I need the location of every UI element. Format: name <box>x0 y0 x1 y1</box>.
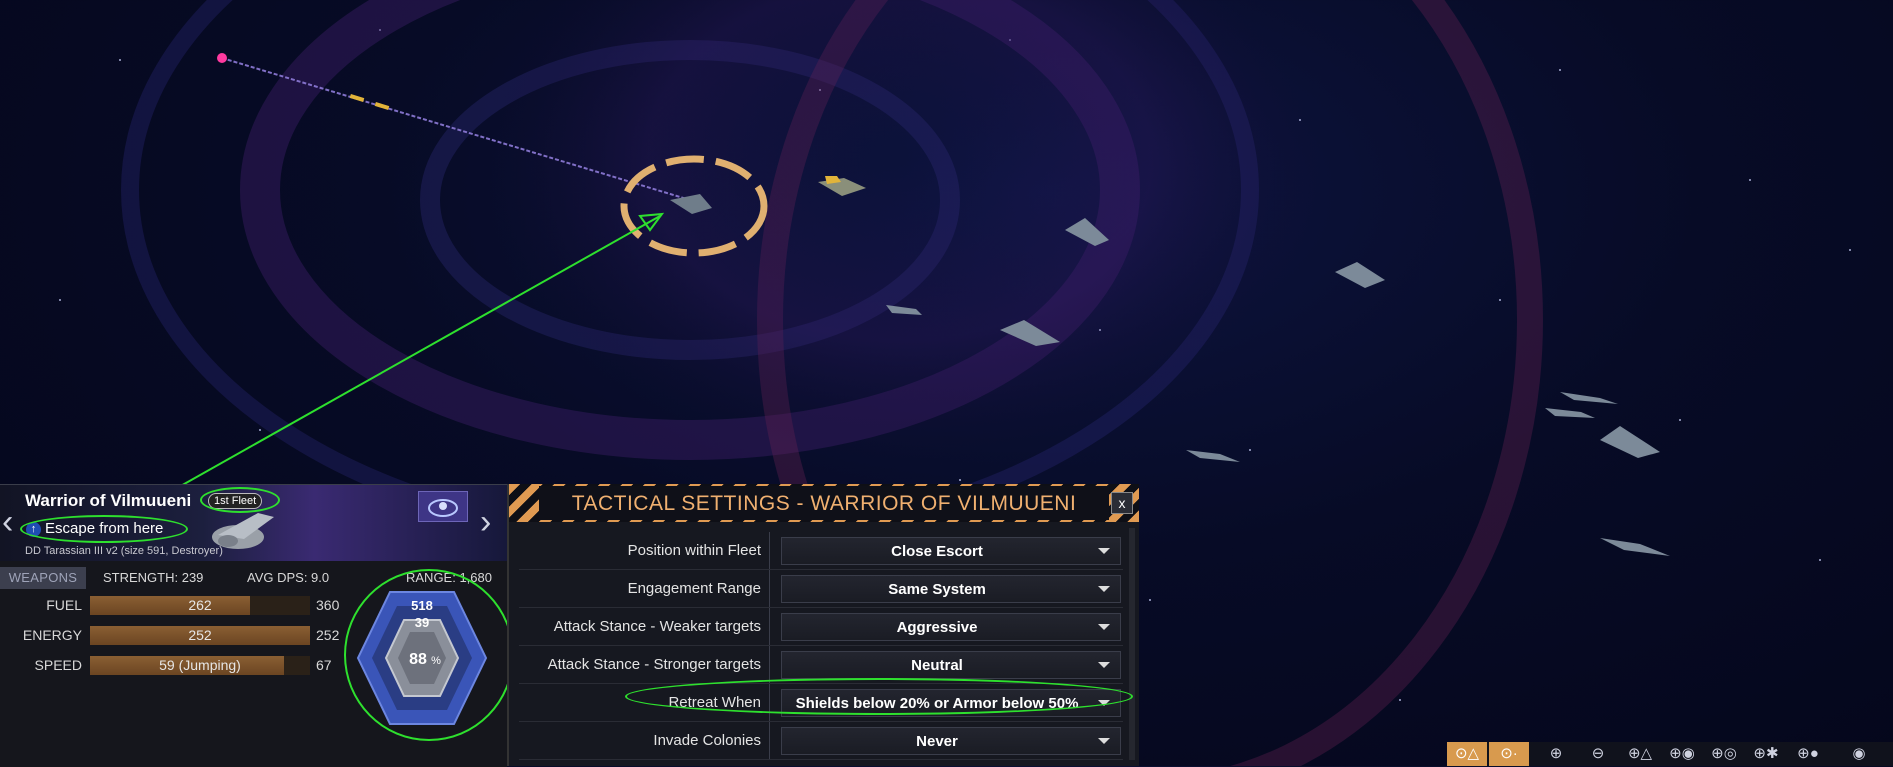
select-value: Neutral <box>911 657 963 674</box>
eye-icon[interactable]: ◉ <box>1839 742 1879 766</box>
fuel-max: 360 <box>316 597 340 613</box>
attack-stance-weaker-select[interactable]: Aggressive <box>781 613 1121 641</box>
chevron-left-icon[interactable]: ‹ <box>2 505 13 539</box>
chevron-right-icon[interactable]: › <box>480 505 491 539</box>
tactical-settings-dialog: TACTICAL SETTINGS - WARRIOR OF VILMUUENI… <box>507 484 1139 766</box>
hull-percent-sign: % <box>431 655 441 667</box>
setting-label: Attack Stance - Weaker targets <box>553 618 761 635</box>
setting-engagement-range: Engagement Range Same System <box>519 570 1123 608</box>
ship-name[interactable]: Warrior of Vilmuueni <box>25 491 191 511</box>
speed-max: 67 <box>316 657 332 673</box>
weapons-tab[interactable]: WEAPONS <box>0 567 86 589</box>
column-divider <box>769 608 770 645</box>
faction-emblem-icon <box>418 491 468 522</box>
tactical-header-bar: TACTICAL SETTINGS - WARRIOR OF VILMUUENI <box>539 486 1109 520</box>
setting-label: Engagement Range <box>627 580 761 597</box>
select-value: Aggressive <box>896 619 978 636</box>
column-divider <box>769 722 770 759</box>
setting-label: Attack Stance - Stronger targets <box>547 656 761 673</box>
chevron-down-icon <box>1098 662 1110 668</box>
map-toolbar: ⊙△ ⊙· ⊕ ⊖ ⊕△ ⊕◉ ⊕◎ ⊕✱ ⊕● ◉ <box>1447 742 1893 766</box>
chevron-down-icon <box>1098 738 1110 744</box>
ship-class: DD Tarassian III v2 (size 591, Destroyer… <box>25 545 223 557</box>
attack-stance-stronger-select[interactable]: Neutral <box>781 651 1121 679</box>
scrollbar[interactable] <box>1129 528 1135 760</box>
setting-invade-colonies: Invade Colonies Never <box>519 722 1123 760</box>
energy-value: 252 <box>188 627 212 643</box>
ships-filter-icon[interactable]: ⊙△ <box>1447 742 1487 766</box>
setting-position-within-fleet: Position within Fleet Close Escort <box>519 532 1123 570</box>
order-highlight-ring <box>20 515 188 543</box>
column-divider <box>769 646 770 683</box>
fuel-label: FUEL <box>46 597 82 613</box>
setting-label: Position within Fleet <box>627 542 761 559</box>
view-stations-icon[interactable]: ⊕✱ <box>1747 742 1785 766</box>
strength-stat: STRENGTH: 239 <box>103 570 204 585</box>
position-within-fleet-select[interactable]: Close Escort <box>781 537 1121 565</box>
ship-header: ‹ › Warrior of Vilmuueni 1st Fleet ↑ Esca… <box>0 485 507 561</box>
hull-percent: 88 <box>409 651 427 668</box>
speed-bar: 59 (Jumping) <box>90 656 310 675</box>
zoom-to-planet-icon[interactable]: ⊕◉ <box>1663 742 1701 766</box>
setting-attack-stance-weaker: Attack Stance - Weaker targets Aggressiv… <box>519 608 1123 646</box>
speed-value: 59 (Jumping) <box>159 657 241 673</box>
tactical-title: TACTICAL SETTINGS - WARRIOR OF VILMUUENI <box>571 492 1077 515</box>
shields-value: 518 <box>411 598 433 613</box>
fuel-bar: 262 <box>90 596 310 615</box>
speed-label: SPEED <box>34 657 82 673</box>
setting-label: Invade Colonies <box>653 732 761 749</box>
chevron-down-icon <box>1098 548 1110 554</box>
view-planets-icon[interactable]: ⊕● <box>1789 742 1827 766</box>
tactical-settings-list: Position within Fleet Close Escort Engag… <box>519 532 1123 760</box>
chevron-down-icon <box>1098 624 1110 630</box>
avg-dps-stat: AVG DPS: 9.0 <box>247 570 330 585</box>
fuel-row: FUEL 262 360 <box>0 595 350 617</box>
select-value: Same System <box>888 581 986 598</box>
invade-colonies-select[interactable]: Never <box>781 727 1121 755</box>
view-ships-icon[interactable]: ⊕◎ <box>1705 742 1743 766</box>
energy-max: 252 <box>316 627 340 643</box>
tactical-header: TACTICAL SETTINGS - WARRIOR OF VILMUUENI… <box>509 484 1139 522</box>
energy-label: ENERGY <box>22 627 82 643</box>
waypoint-filter-icon[interactable]: ⊙· <box>1489 742 1529 766</box>
zoom-out-icon[interactable]: ⊖ <box>1579 742 1617 766</box>
close-button[interactable]: x <box>1111 492 1133 514</box>
speed-row: SPEED 59 (Jumping) 67 <box>0 655 350 677</box>
zoom-in-icon[interactable]: ⊕ <box>1537 742 1575 766</box>
column-divider <box>769 570 770 607</box>
fuel-value: 262 <box>188 597 212 613</box>
engagement-range-select[interactable]: Same System <box>781 575 1121 603</box>
chevron-down-icon <box>1098 586 1110 592</box>
energy-bar: 252 <box>90 626 310 645</box>
energy-row: ENERGY 252 252 <box>0 625 350 647</box>
select-value: Close Escort <box>891 543 983 560</box>
column-divider <box>769 532 770 569</box>
retreat-highlight-ring <box>625 678 1133 715</box>
select-value: Never <box>916 733 958 750</box>
defense-hexagon: 518 39 88 % <box>356 591 488 725</box>
armor-value: 39 <box>415 615 429 630</box>
zoom-to-ships-icon[interactable]: ⊕△ <box>1621 742 1659 766</box>
